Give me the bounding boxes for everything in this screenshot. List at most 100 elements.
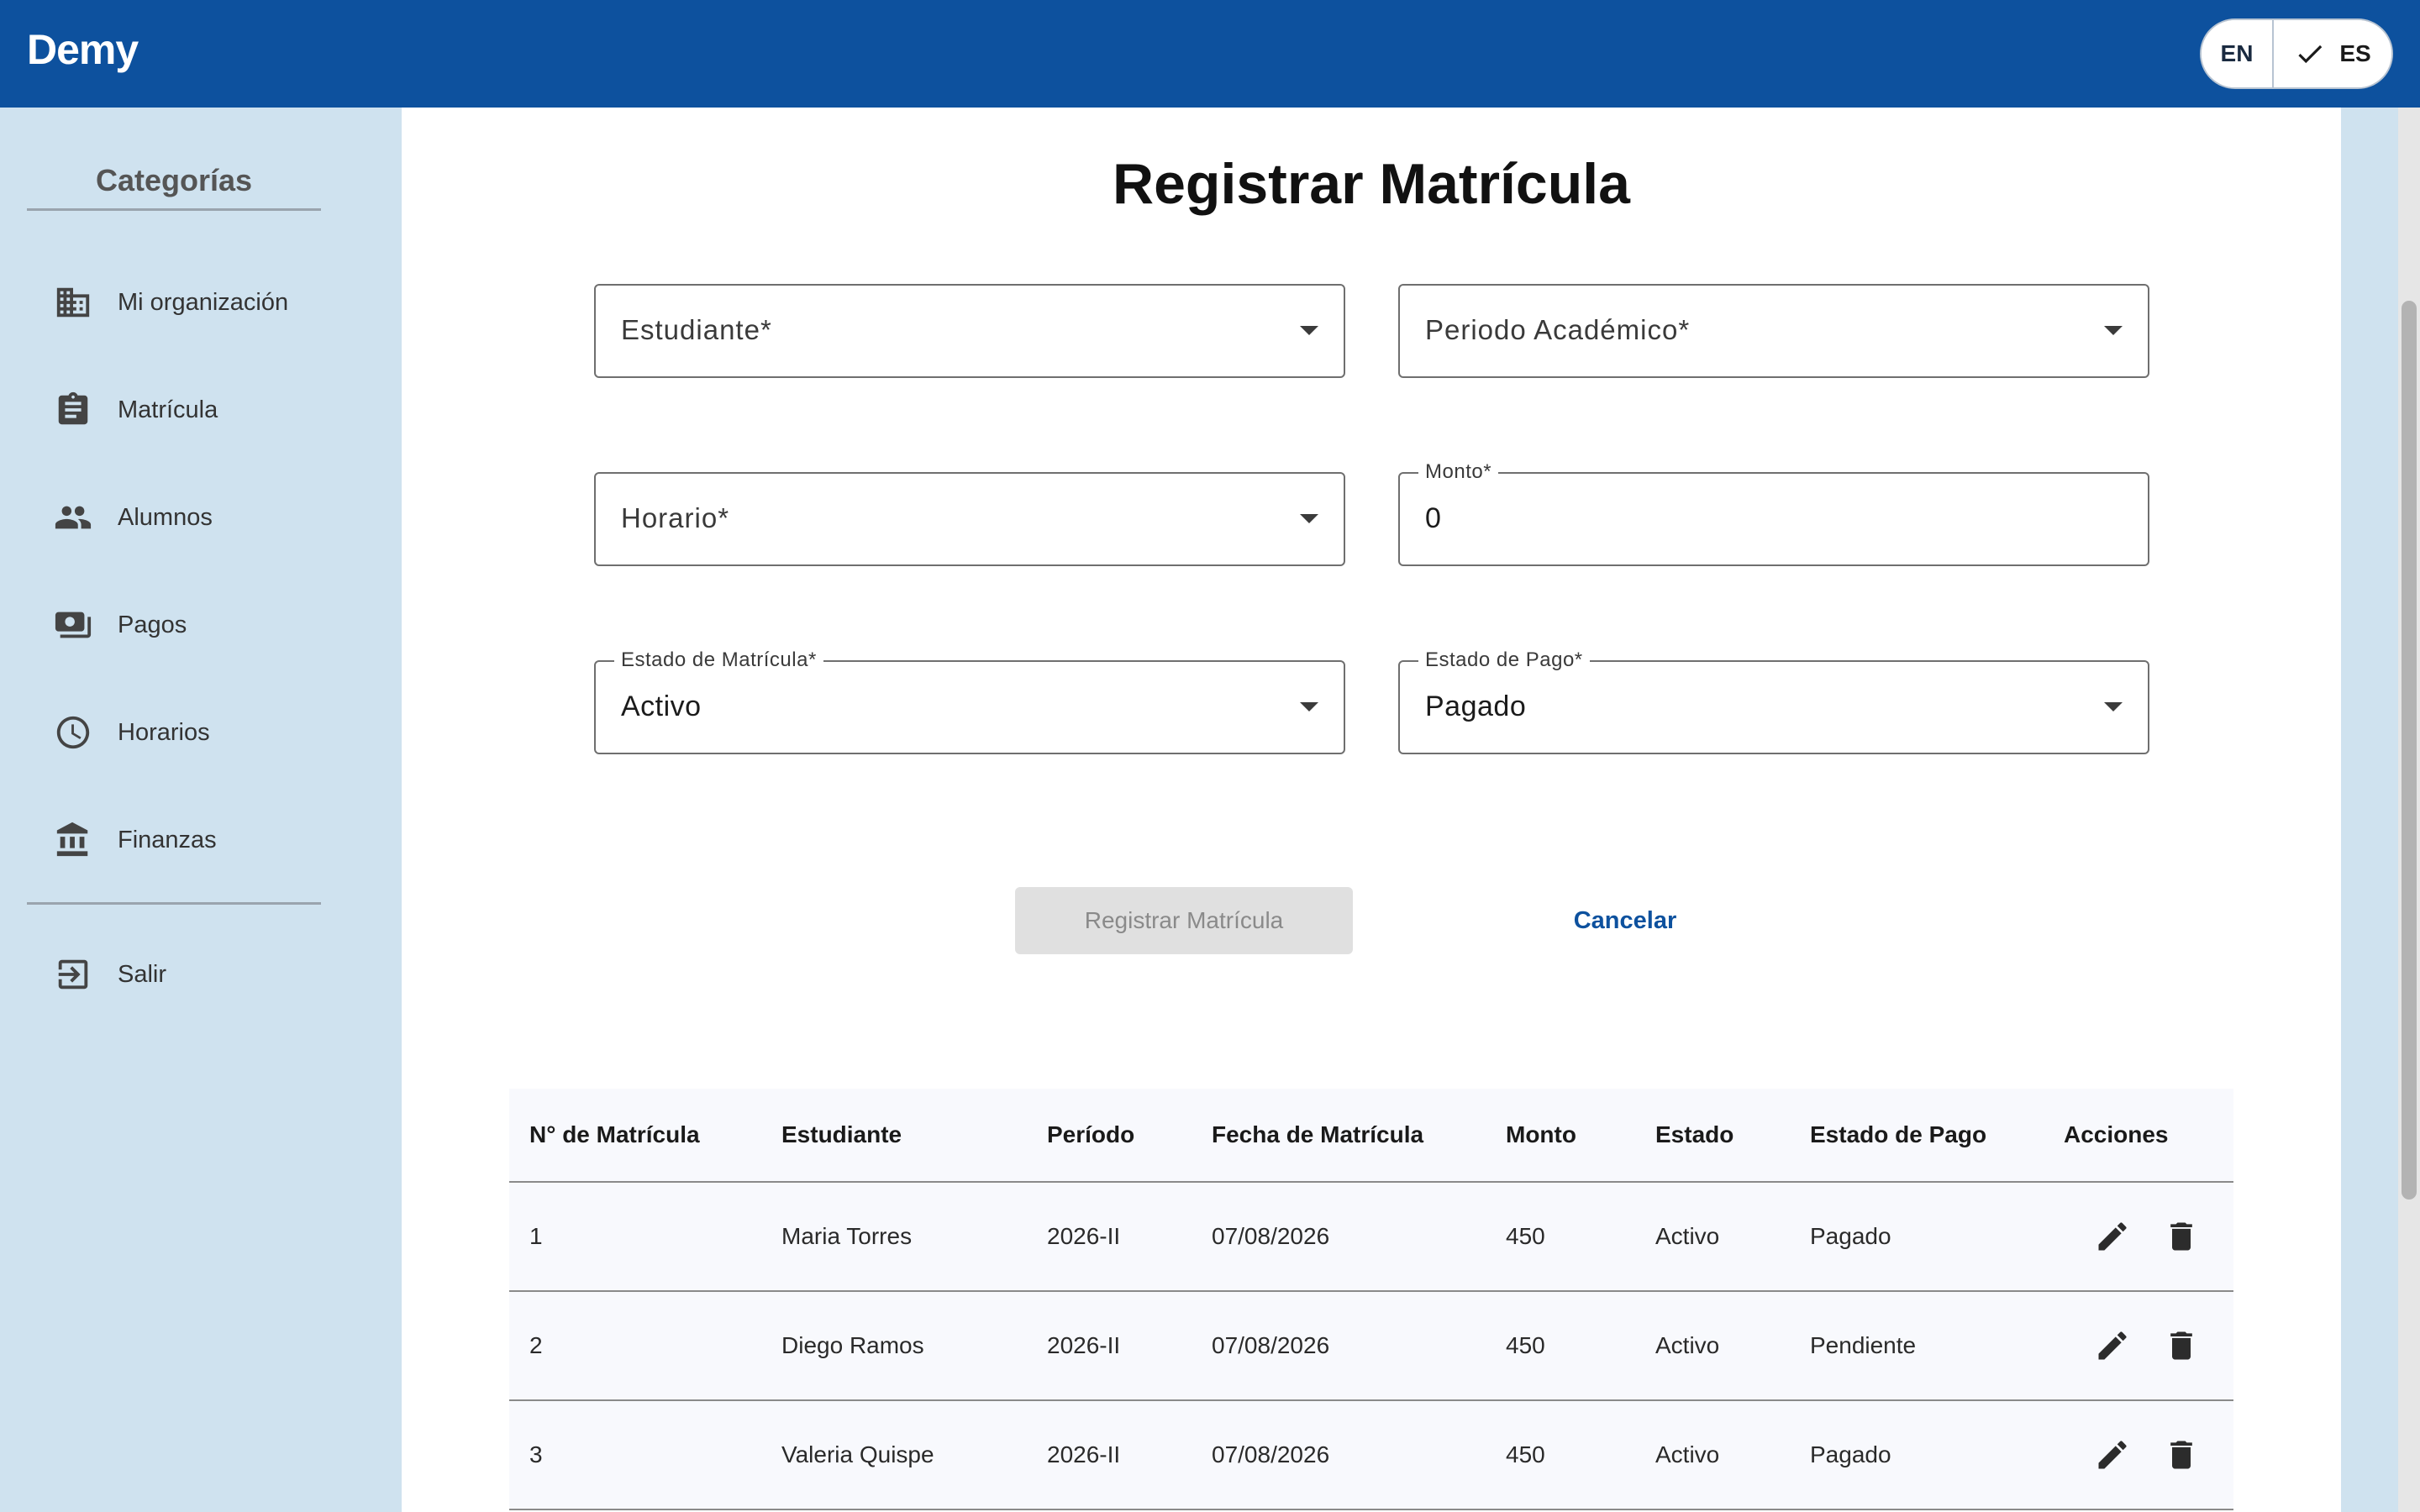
column-header: Acciones xyxy=(2064,1121,2169,1147)
monto-value: 0 xyxy=(1425,502,1442,534)
sidebar-item-label: Pagos xyxy=(118,611,187,638)
clipboard-icon xyxy=(58,391,88,425)
cell-estado-pago: Pendiente xyxy=(1810,1332,1917,1358)
estado-pago-select[interactable]: Estado de Pago* Pagado xyxy=(1398,648,2149,754)
column-header[interactable]: Estudiante xyxy=(781,1089,902,1181)
top-app-bar: Demy EN ES xyxy=(0,0,2420,108)
estado-matricula-label: Estado de Matrícula* xyxy=(614,648,823,672)
language-toggle: EN ES xyxy=(2200,18,2393,89)
sidebar-item-salir[interactable]: Salir xyxy=(54,949,373,1000)
sidebar-item-matricula[interactable]: Matrícula xyxy=(54,385,373,435)
people-icon xyxy=(55,506,92,529)
scrollbar-thumb[interactable] xyxy=(2402,301,2417,1200)
table-row: 3 Valeria Quispe 2026-II 07/08/2026 450 … xyxy=(509,1401,2233,1510)
column-header[interactable]: Estado xyxy=(1655,1089,1733,1181)
sidebar-item-finanzas[interactable]: Finanzas xyxy=(54,815,373,865)
sidebar: Categorías Mi organización Matrícula Alu… xyxy=(0,108,402,1512)
periodo-placeholder: Periodo Académico* xyxy=(1425,314,1691,345)
matriculas-table: N° de Matrícula Estudiante Período Fecha… xyxy=(509,1089,2233,1510)
chevron-down-icon xyxy=(2104,326,2123,335)
column-header[interactable]: Período xyxy=(1047,1089,1134,1181)
cell-monto: 450 xyxy=(1506,1332,1545,1358)
chevron-down-icon xyxy=(1300,326,1318,335)
periodo-academico-select[interactable]: Periodo Académico* xyxy=(1398,284,2149,378)
page-title: Registrar Matrícula xyxy=(1113,152,1630,216)
estado-matricula-select[interactable]: Estado de Matrícula* Activo xyxy=(594,648,1345,754)
column-header[interactable]: Estado de Pago xyxy=(1810,1089,1986,1181)
estudiante-placeholder: Estudiante* xyxy=(621,314,772,345)
sidebar-item-label: Horarios xyxy=(118,718,210,746)
delete-icon[interactable] xyxy=(2163,1436,2200,1473)
column-header[interactable]: N° de Matrícula xyxy=(529,1089,700,1181)
monto-input[interactable]: Monto* 0 xyxy=(1398,460,2149,566)
delete-icon[interactable] xyxy=(2163,1218,2200,1255)
cell-estado-pago: Pagado xyxy=(1810,1441,1891,1467)
estudiante-select[interactable]: Estudiante* xyxy=(594,284,1345,378)
estado-matricula-value: Activo xyxy=(621,690,702,722)
cell-monto: 450 xyxy=(1506,1223,1545,1249)
sidebar-item-label: Finanzas xyxy=(118,826,217,853)
bank-icon xyxy=(56,822,88,857)
cell-numero: 2 xyxy=(529,1332,543,1358)
estado-pago-label: Estado de Pago* xyxy=(1418,648,1590,672)
cell-estado-pago: Pagado xyxy=(1810,1223,1891,1249)
cell-periodo: 2026-II xyxy=(1047,1441,1121,1467)
cell-estudiante: Maria Torres xyxy=(781,1223,913,1249)
right-gutter xyxy=(2341,108,2398,1512)
estado-pago-value: Pagado xyxy=(1425,690,1527,722)
table-row: 1 Maria Torres 2026-II 07/08/2026 450 Ac… xyxy=(509,1183,2233,1292)
sidebar-item-pagos[interactable]: Pagos xyxy=(54,600,373,650)
sidebar-item-label: Salir xyxy=(118,960,167,988)
sidebar-item-label: Alumnos xyxy=(118,503,213,531)
delete-icon[interactable] xyxy=(2163,1327,2200,1364)
language-en-label: EN xyxy=(2220,40,2254,66)
row-actions xyxy=(2094,1183,2200,1290)
column-header[interactable]: Monto xyxy=(1506,1089,1576,1181)
horario-placeholder: Horario* xyxy=(621,502,730,533)
sidebar-item-horarios[interactable]: Horarios xyxy=(54,707,373,758)
cell-estado: Activo xyxy=(1655,1223,1720,1249)
cell-fecha: 07/08/2026 xyxy=(1212,1441,1330,1467)
language-es-label: ES xyxy=(2339,40,2371,66)
cell-periodo: 2026-II xyxy=(1047,1332,1121,1358)
column-header[interactable]: Fecha de Matrícula xyxy=(1212,1089,1423,1181)
clock-icon xyxy=(56,716,90,749)
monto-label: Monto* xyxy=(1418,460,1499,484)
payments-icon xyxy=(55,612,92,638)
brand-logo[interactable]: Demy xyxy=(27,25,139,74)
language-es-button[interactable]: ES xyxy=(2274,20,2391,87)
language-en-button[interactable]: EN xyxy=(2202,20,2274,87)
check-icon xyxy=(2298,45,2323,64)
cell-estudiante: Valeria Quispe xyxy=(781,1441,934,1467)
cell-fecha: 07/08/2026 xyxy=(1212,1223,1330,1249)
row-actions xyxy=(2094,1401,2200,1509)
cell-estudiante: Diego Ramos xyxy=(781,1332,924,1358)
edit-icon[interactable] xyxy=(2094,1436,2131,1473)
sidebar-item-alumnos[interactable]: Alumnos xyxy=(54,492,373,543)
cell-estado: Activo xyxy=(1655,1332,1720,1358)
horario-select[interactable]: Horario* xyxy=(594,472,1345,566)
cell-monto: 450 xyxy=(1506,1441,1545,1467)
cell-fecha: 07/08/2026 xyxy=(1212,1332,1330,1358)
cell-numero: 1 xyxy=(529,1223,543,1249)
chevron-down-icon xyxy=(1300,702,1318,711)
chevron-down-icon xyxy=(2104,702,2123,711)
sidebar-item-label: Mi organización xyxy=(118,288,289,316)
edit-icon[interactable] xyxy=(2094,1218,2131,1255)
cancel-button[interactable]: Cancelar xyxy=(1491,887,1760,954)
chevron-down-icon xyxy=(1300,514,1318,523)
registrar-matricula-button[interactable]: Registrar Matrícula xyxy=(1015,887,1353,954)
sidebar-item-label: Matrícula xyxy=(118,396,218,423)
building-icon xyxy=(56,287,90,318)
table-header-row: N° de Matrícula Estudiante Período Fecha… xyxy=(509,1089,2233,1183)
logout-icon xyxy=(58,959,88,990)
sidebar-title: Categorías xyxy=(27,163,321,211)
cell-periodo: 2026-II xyxy=(1047,1223,1121,1249)
sidebar-divider xyxy=(27,902,321,905)
cell-estado: Activo xyxy=(1655,1441,1720,1467)
row-actions xyxy=(2094,1292,2200,1399)
edit-icon[interactable] xyxy=(2094,1327,2131,1364)
main-content: Registrar Matrícula Estudiante* Periodo … xyxy=(402,108,2341,1512)
cell-numero: 3 xyxy=(529,1441,543,1467)
sidebar-item-mi-organizacion[interactable]: Mi organización xyxy=(54,277,373,328)
